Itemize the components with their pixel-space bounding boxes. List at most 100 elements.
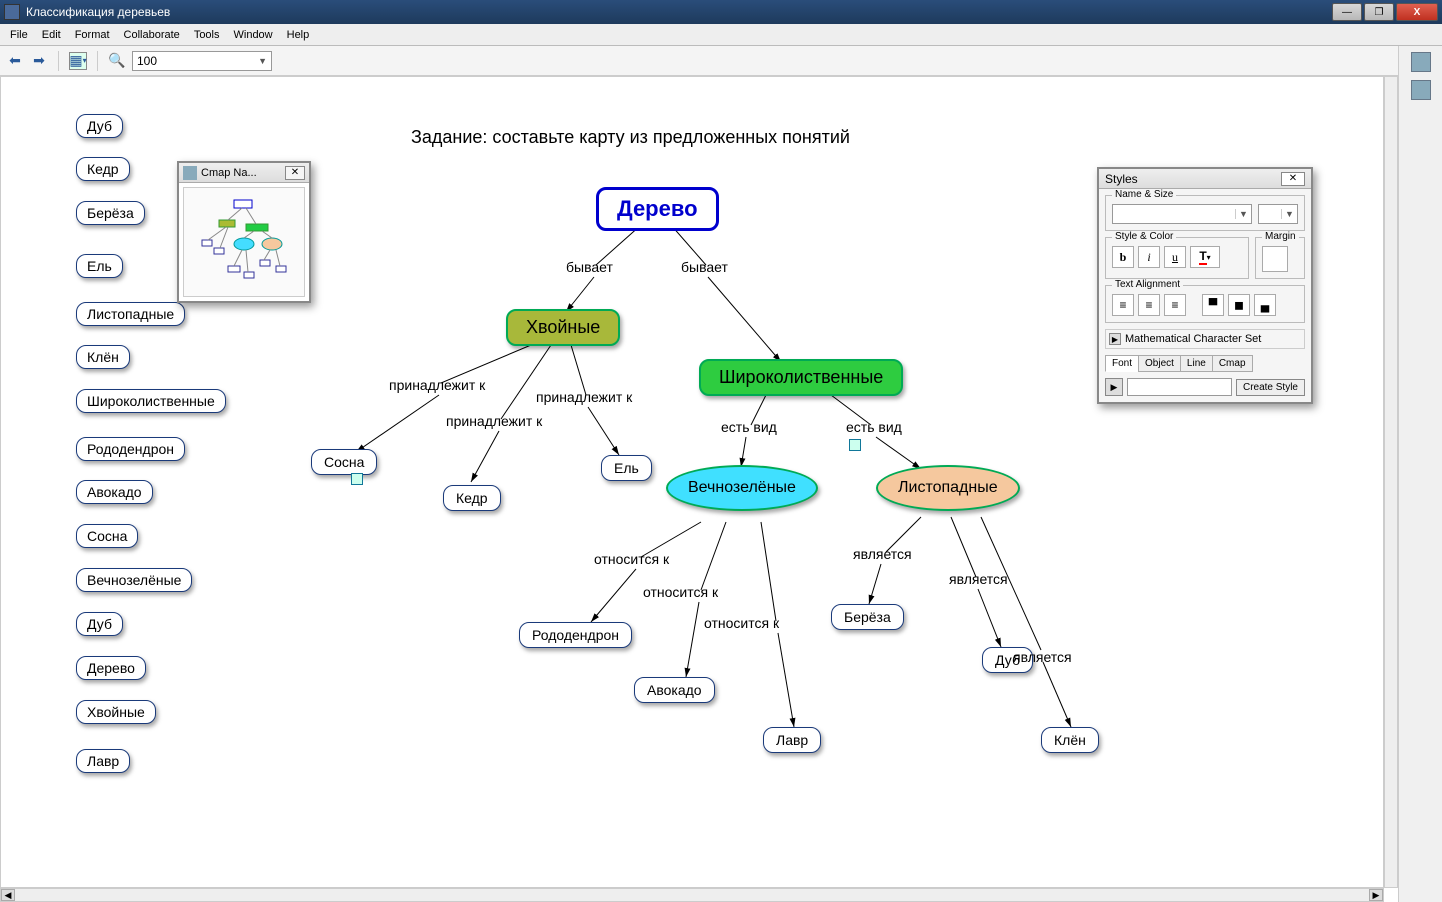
node-birch[interactable]: Берёза	[831, 604, 904, 630]
palette-item[interactable]: Берёза	[76, 201, 145, 225]
navigator-header[interactable]: Cmap Na... ✕	[179, 163, 309, 183]
valign-middle-button[interactable]: ◼	[1228, 294, 1250, 316]
node-evergreen[interactable]: Вечнозелёные	[666, 465, 818, 511]
create-style-button[interactable]: Create Style	[1236, 379, 1305, 396]
zoom-icon[interactable]: 🔍	[108, 52, 126, 70]
margin-button[interactable]	[1262, 246, 1288, 272]
resource-icon[interactable]	[351, 473, 363, 485]
align-left-button[interactable]: ≡	[1112, 294, 1134, 316]
edge-label: является	[949, 571, 1008, 587]
align-center-button[interactable]: ≡	[1138, 294, 1160, 316]
app-icon	[4, 4, 20, 20]
menu-edit[interactable]: Edit	[36, 27, 67, 43]
menu-collaborate[interactable]: Collaborate	[118, 27, 186, 43]
navigator-window[interactable]: Cmap Na... ✕	[177, 161, 311, 303]
horizontal-scrollbar[interactable]: ◀ ▶	[0, 888, 1384, 902]
view-mode-icon[interactable]: ▦▾	[69, 52, 87, 70]
styles-tabs: Font Object Line Cmap	[1105, 355, 1305, 372]
navigator-title: Cmap Na...	[201, 167, 285, 179]
side-tool-1-icon[interactable]	[1411, 52, 1431, 72]
chevron-down-icon[interactable]: ▼	[1281, 209, 1297, 219]
node-root[interactable]: Дерево	[596, 187, 719, 231]
palette-item[interactable]: Дуб	[76, 114, 123, 138]
palette-item[interactable]: Дуб	[76, 612, 123, 636]
palette-item[interactable]: Клён	[76, 345, 130, 369]
valign-bottom-button[interactable]: ▄	[1254, 294, 1276, 316]
node-laurel[interactable]: Лавр	[763, 727, 821, 753]
nav-back-icon[interactable]: ⬅	[6, 52, 24, 70]
tab-cmap[interactable]: Cmap	[1212, 355, 1253, 372]
math-charset-expander[interactable]: ▶ Mathematical Character Set	[1105, 329, 1305, 349]
node-deciduous[interactable]: Листопадные	[876, 465, 1020, 511]
edge-label: бывает	[566, 259, 613, 275]
palette-item[interactable]: Лавр	[76, 749, 130, 773]
bold-button[interactable]: b	[1112, 246, 1134, 268]
navigator-close-button[interactable]: ✕	[285, 166, 305, 180]
styles-window[interactable]: Styles ✕ Name & Size ▼ ▼ Style & Color b…	[1097, 167, 1313, 404]
menu-file[interactable]: File	[4, 27, 34, 43]
font-name-combo[interactable]: ▼	[1112, 204, 1252, 224]
name-size-group: Name & Size ▼ ▼	[1105, 195, 1305, 231]
menu-tools[interactable]: Tools	[188, 27, 226, 43]
italic-button[interactable]: i	[1138, 246, 1160, 268]
palette-item[interactable]: Рододендрон	[76, 437, 185, 461]
palette-item[interactable]: Хвойные	[76, 700, 156, 724]
canvas[interactable]: Задание: составьте карту из предложенных…	[0, 76, 1384, 888]
menu-format[interactable]: Format	[69, 27, 116, 43]
close-button[interactable]: X	[1396, 3, 1438, 21]
edge-label: принадлежит к	[536, 389, 632, 405]
tab-line[interactable]: Line	[1180, 355, 1213, 372]
maximize-button[interactable]: ❐	[1364, 3, 1394, 21]
edge-label: принадлежит к	[446, 413, 542, 429]
tab-object[interactable]: Object	[1138, 355, 1181, 372]
edge-label: принадлежит к	[389, 377, 485, 393]
edge-label: относится к	[643, 584, 718, 600]
menu-help[interactable]: Help	[281, 27, 316, 43]
node-spruce[interactable]: Ель	[601, 455, 652, 481]
palette-item[interactable]: Широколиственные	[76, 389, 226, 413]
styles-header[interactable]: Styles ✕	[1099, 169, 1311, 189]
style-name-input[interactable]	[1127, 378, 1232, 396]
styles-title: Styles	[1105, 172, 1281, 186]
palette-item[interactable]: Листопадные	[76, 302, 185, 326]
node-maple[interactable]: Клён	[1041, 727, 1099, 753]
node-avocado[interactable]: Авокадо	[634, 677, 715, 703]
zoom-combo[interactable]: 100 ▼	[132, 51, 272, 71]
palette-item[interactable]: Дерево	[76, 656, 146, 680]
palette-item[interactable]: Кедр	[76, 157, 130, 181]
separator	[97, 51, 98, 71]
node-conifer[interactable]: Хвойные	[506, 309, 620, 346]
navigator-preview[interactable]	[183, 187, 305, 297]
edge-label: относится к	[594, 551, 669, 567]
node-cedar[interactable]: Кедр	[443, 485, 501, 511]
edge-label: является	[853, 546, 912, 562]
margin-group: Margin	[1255, 237, 1305, 279]
menu-window[interactable]: Window	[228, 27, 279, 43]
palette-item[interactable]: Авокадо	[76, 480, 153, 504]
palette-item[interactable]: Ель	[76, 254, 123, 278]
resource-icon[interactable]	[849, 439, 861, 451]
vertical-scrollbar[interactable]	[1384, 76, 1398, 888]
underline-button[interactable]: u	[1164, 246, 1186, 268]
palette-item[interactable]: Сосна	[76, 524, 138, 548]
nav-forward-icon[interactable]: ➡	[30, 52, 48, 70]
side-tool-2-icon[interactable]	[1411, 80, 1431, 100]
scroll-right-icon[interactable]: ▶	[1369, 889, 1383, 901]
font-size-combo[interactable]: ▼	[1258, 204, 1298, 224]
node-rhodo[interactable]: Рододендрон	[519, 622, 632, 648]
align-right-button[interactable]: ≡	[1164, 294, 1186, 316]
styles-close-button[interactable]: ✕	[1281, 172, 1305, 186]
text-align-group: Text Alignment ≡ ≡ ≡ ▀ ◼ ▄	[1105, 285, 1305, 323]
node-broadleaf[interactable]: Широколиственные	[699, 359, 903, 396]
node-pine[interactable]: Сосна	[311, 449, 377, 475]
chevron-down-icon[interactable]: ▼	[258, 56, 267, 66]
chevron-down-icon[interactable]: ▼	[1235, 209, 1251, 219]
palette-item[interactable]: Вечнозелёные	[76, 568, 192, 592]
minimize-button[interactable]: —	[1332, 3, 1362, 21]
tab-font[interactable]: Font	[1105, 355, 1139, 372]
titlebar: Классификация деревьев — ❐ X	[0, 0, 1442, 24]
apply-style-button[interactable]: ▶	[1105, 378, 1123, 396]
scroll-left-icon[interactable]: ◀	[1, 889, 15, 901]
valign-top-button[interactable]: ▀	[1202, 294, 1224, 316]
text-color-button[interactable]: T▾	[1190, 246, 1220, 268]
